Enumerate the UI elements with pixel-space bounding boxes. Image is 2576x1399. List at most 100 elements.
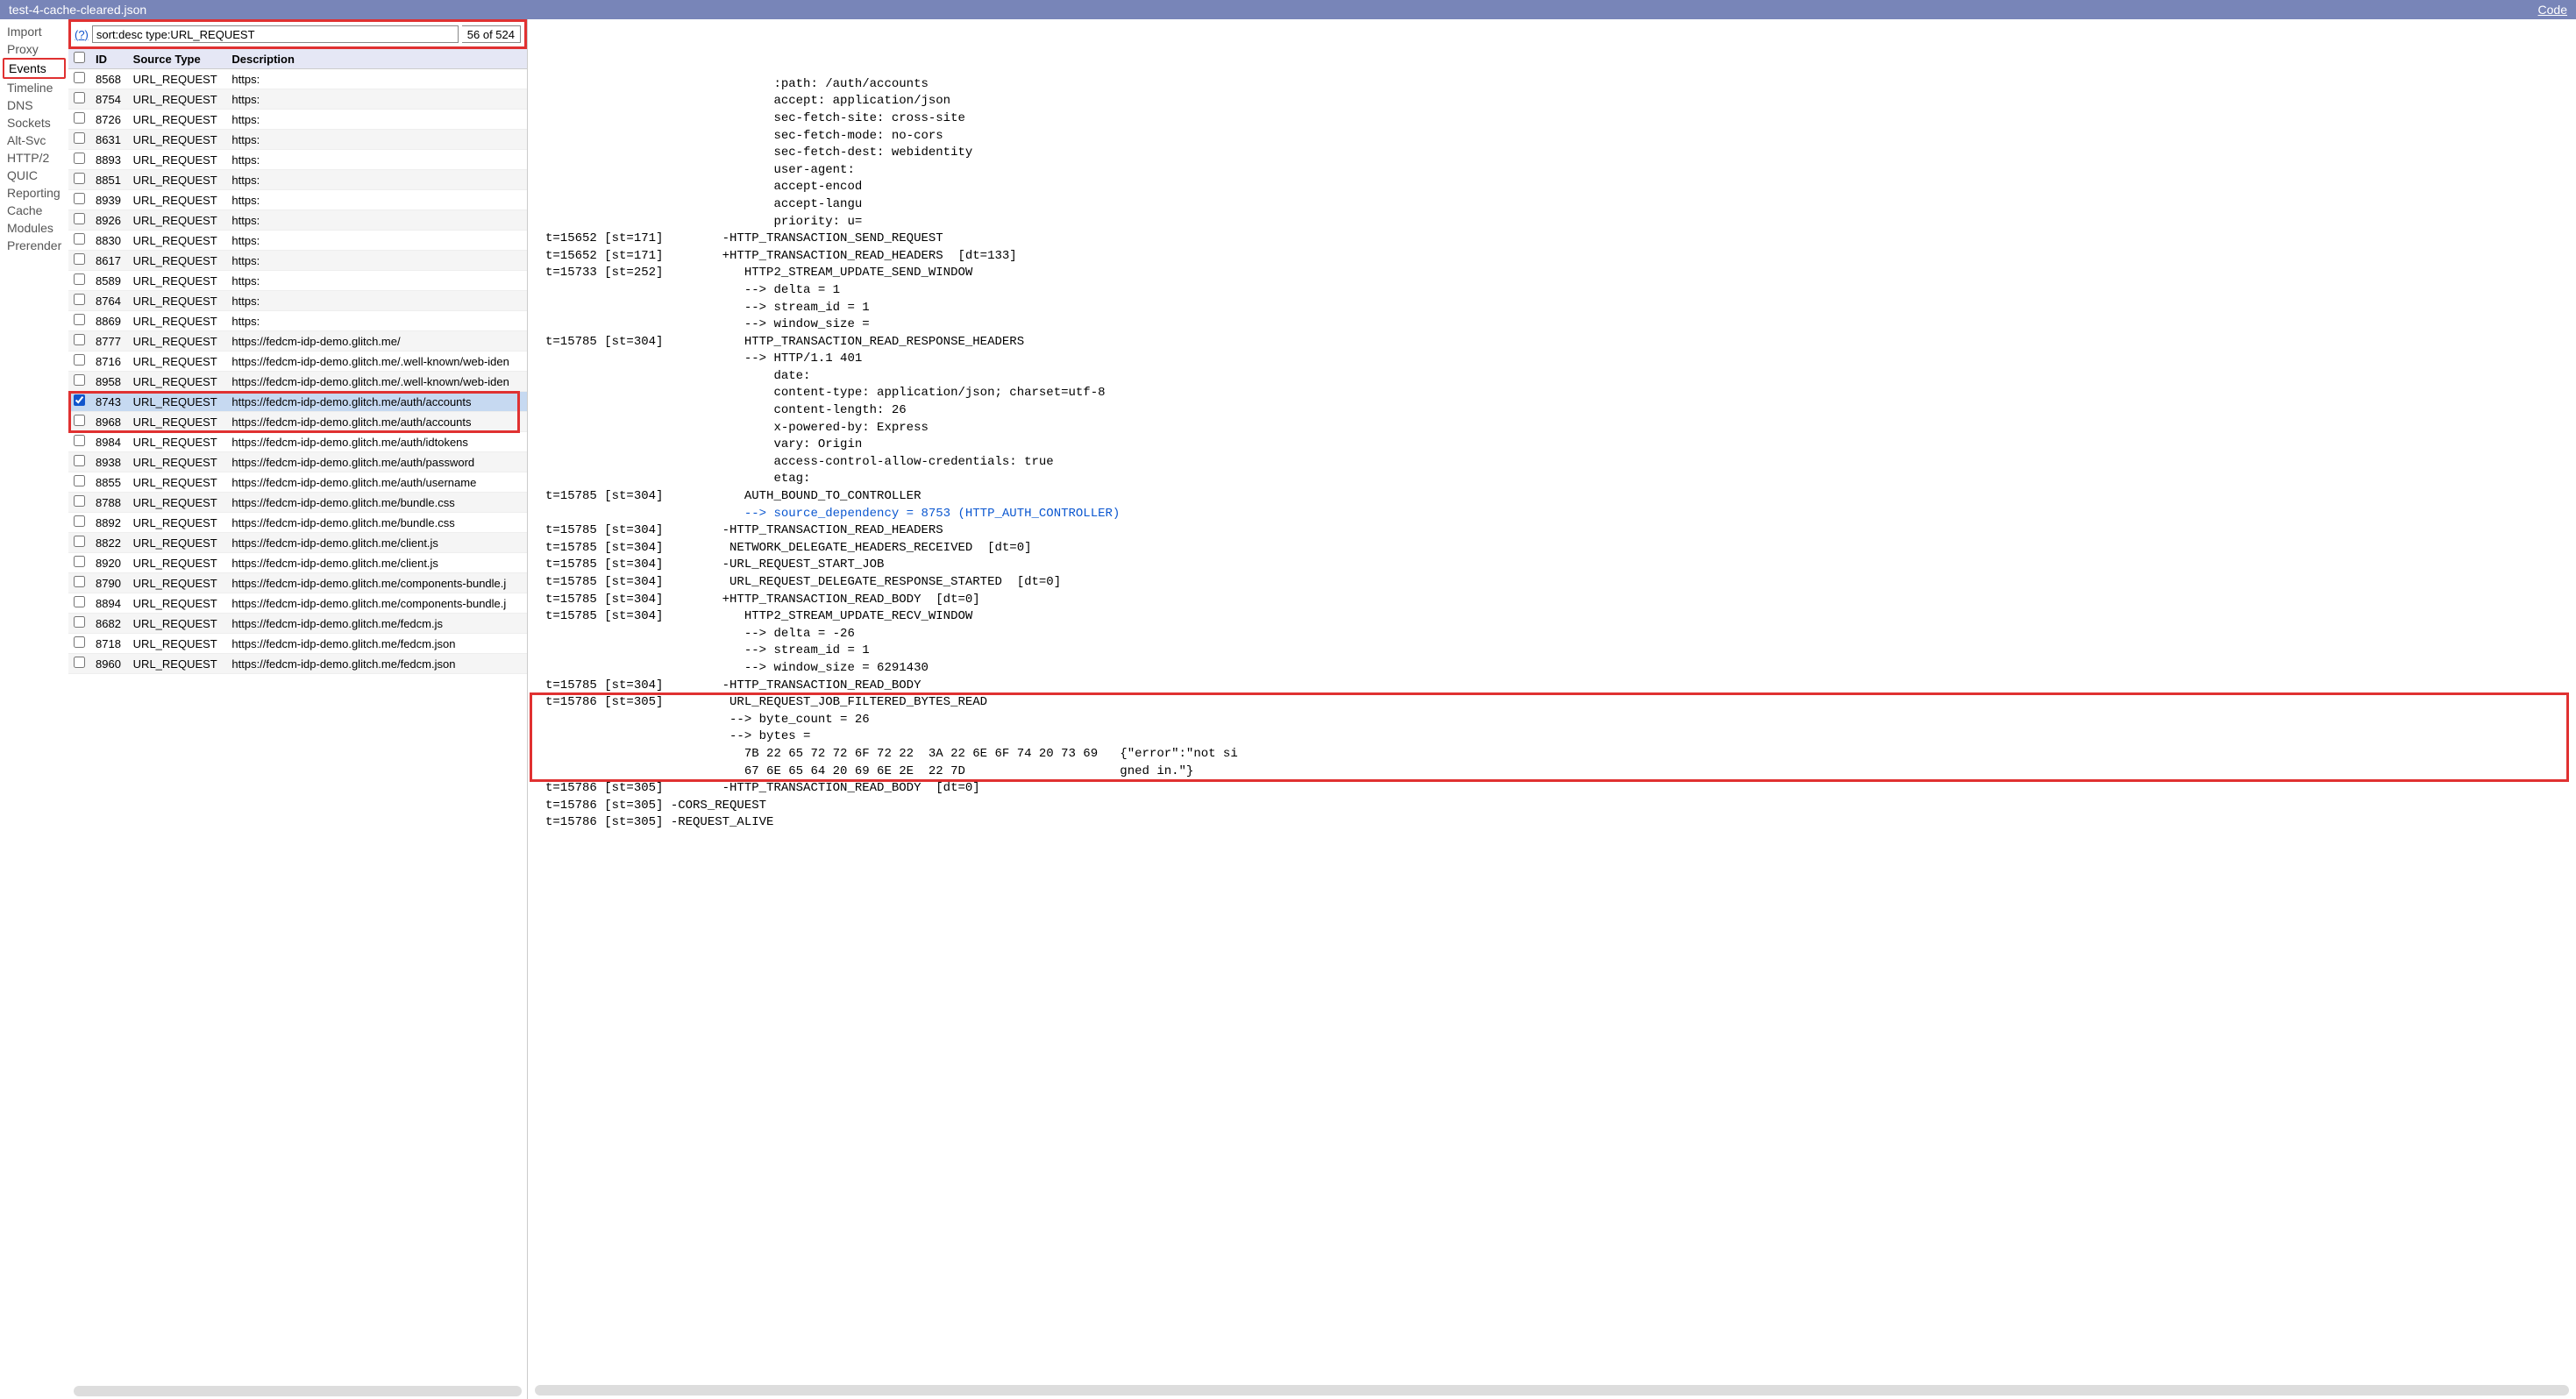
row-checkbox[interactable] [74, 153, 85, 164]
table-header-row: ID Source Type Description [68, 49, 527, 69]
sidebar-item-http2[interactable]: HTTP/2 [3, 149, 66, 167]
log-line: t=15785 [st=304] -URL_REQUEST_START_JOB [545, 557, 2567, 574]
cell-source-type: URL_REQUEST [128, 251, 227, 271]
row-checkbox[interactable] [74, 253, 85, 265]
cell-description: https://fedcm-idp-demo.glitch.me/compone… [226, 573, 527, 593]
filter-input[interactable] [92, 25, 459, 43]
row-checkbox[interactable] [74, 556, 85, 567]
cell-id: 8718 [90, 634, 128, 654]
cell-source-type: URL_REQUEST [128, 654, 227, 674]
col-description[interactable]: Description [226, 49, 527, 69]
cell-description: https: [226, 311, 527, 331]
col-source-type[interactable]: Source Type [128, 49, 227, 69]
table-row[interactable]: 8788URL_REQUESThttps://fedcm-idp-demo.gl… [68, 493, 527, 513]
sidebar-item-sockets[interactable]: Sockets [3, 114, 66, 131]
row-checkbox[interactable] [74, 314, 85, 325]
row-checkbox[interactable] [74, 657, 85, 668]
sidebar-item-import[interactable]: Import [3, 23, 66, 40]
table-row[interactable]: 8960URL_REQUESThttps://fedcm-idp-demo.gl… [68, 654, 527, 674]
horizontal-scrollbar[interactable] [74, 1386, 522, 1396]
table-row[interactable]: 8764URL_REQUESThttps: [68, 291, 527, 311]
cell-source-type: URL_REQUEST [128, 533, 227, 553]
sidebar-item-reporting[interactable]: Reporting [3, 184, 66, 202]
row-checkbox[interactable] [74, 112, 85, 124]
log-horizontal-scrollbar[interactable] [535, 1385, 2569, 1395]
code-link[interactable]: Code [2538, 3, 2567, 17]
events-table-wrap[interactable]: ID Source Type Description 8568URL_REQUE… [68, 49, 527, 1386]
table-row[interactable]: 8855URL_REQUESThttps://fedcm-idp-demo.gl… [68, 472, 527, 493]
table-row[interactable]: 8851URL_REQUESThttps: [68, 170, 527, 190]
sidebar-item-cache[interactable]: Cache [3, 202, 66, 219]
table-row[interactable]: 8617URL_REQUESThttps: [68, 251, 527, 271]
table-row[interactable]: 8754URL_REQUESThttps: [68, 89, 527, 110]
row-checkbox[interactable] [74, 394, 85, 406]
table-row[interactable]: 8790URL_REQUESThttps://fedcm-idp-demo.gl… [68, 573, 527, 593]
cell-source-type: URL_REQUEST [128, 432, 227, 452]
table-row[interactable]: 8939URL_REQUESThttps: [68, 190, 527, 210]
log-pane[interactable]: :path: /auth/accounts accept: applicatio… [528, 19, 2576, 1383]
row-checkbox[interactable] [74, 475, 85, 486]
row-checkbox[interactable] [74, 354, 85, 366]
sidebar-item-altsvc[interactable]: Alt-Svc [3, 131, 66, 149]
row-checkbox[interactable] [74, 536, 85, 547]
row-checkbox[interactable] [74, 233, 85, 245]
table-row[interactable]: 8968URL_REQUESThttps://fedcm-idp-demo.gl… [68, 412, 527, 432]
row-checkbox[interactable] [74, 132, 85, 144]
table-row[interactable]: 8682URL_REQUESThttps://fedcm-idp-demo.gl… [68, 614, 527, 634]
sidebar-item-events[interactable]: Events [3, 58, 66, 79]
row-checkbox[interactable] [74, 173, 85, 184]
select-all-checkbox[interactable] [74, 52, 85, 63]
table-row[interactable]: 8822URL_REQUESThttps://fedcm-idp-demo.gl… [68, 533, 527, 553]
table-row[interactable]: 8589URL_REQUESThttps: [68, 271, 527, 291]
table-row[interactable]: 8893URL_REQUESThttps: [68, 150, 527, 170]
filter-row: (?) 56 of 524 [68, 19, 527, 49]
sidebar-item-modules[interactable]: Modules [3, 219, 66, 237]
sidebar-item-proxy[interactable]: Proxy [3, 40, 66, 58]
table-row[interactable]: 8926URL_REQUESThttps: [68, 210, 527, 231]
cell-id: 8894 [90, 593, 128, 614]
table-row[interactable]: 8938URL_REQUESThttps://fedcm-idp-demo.gl… [68, 452, 527, 472]
log-line: --> delta = 1 [545, 282, 2567, 300]
row-checkbox[interactable] [74, 92, 85, 103]
table-row[interactable]: 8726URL_REQUESThttps: [68, 110, 527, 130]
row-checkbox[interactable] [74, 576, 85, 587]
col-checkbox[interactable] [68, 49, 90, 69]
filter-help-link[interactable]: (?) [75, 28, 89, 41]
row-checkbox[interactable] [74, 294, 85, 305]
log-line: t=15652 [st=171] +HTTP_TRANSACTION_READ_… [545, 248, 2567, 266]
table-row[interactable]: 8777URL_REQUESThttps://fedcm-idp-demo.gl… [68, 331, 527, 352]
row-checkbox[interactable] [74, 334, 85, 345]
row-checkbox[interactable] [74, 515, 85, 527]
row-checkbox[interactable] [74, 374, 85, 386]
row-checkbox[interactable] [74, 455, 85, 466]
col-id[interactable]: ID [90, 49, 128, 69]
table-row[interactable]: 8920URL_REQUESThttps://fedcm-idp-demo.gl… [68, 553, 527, 573]
table-row[interactable]: 8718URL_REQUESThttps://fedcm-idp-demo.gl… [68, 634, 527, 654]
table-row[interactable]: 8830URL_REQUESThttps: [68, 231, 527, 251]
table-row[interactable]: 8869URL_REQUESThttps: [68, 311, 527, 331]
cell-id: 8869 [90, 311, 128, 331]
log-line: --> byte_count = 26 [545, 712, 2567, 729]
table-row[interactable]: 8958URL_REQUESThttps://fedcm-idp-demo.gl… [68, 372, 527, 392]
row-checkbox[interactable] [74, 273, 85, 285]
row-checkbox[interactable] [74, 213, 85, 224]
table-row[interactable]: 8716URL_REQUESThttps://fedcm-idp-demo.gl… [68, 352, 527, 372]
row-checkbox[interactable] [74, 72, 85, 83]
table-row[interactable]: 8568URL_REQUESThttps: [68, 69, 527, 89]
table-row[interactable]: 8631URL_REQUESThttps: [68, 130, 527, 150]
row-checkbox[interactable] [74, 495, 85, 507]
row-checkbox[interactable] [74, 415, 85, 426]
row-checkbox[interactable] [74, 193, 85, 204]
sidebar-item-prerender[interactable]: Prerender [3, 237, 66, 254]
table-row[interactable]: 8743URL_REQUESThttps://fedcm-idp-demo.gl… [68, 392, 527, 412]
table-row[interactable]: 8894URL_REQUESThttps://fedcm-idp-demo.gl… [68, 593, 527, 614]
sidebar-item-dns[interactable]: DNS [3, 96, 66, 114]
row-checkbox[interactable] [74, 596, 85, 607]
sidebar-item-quic[interactable]: QUIC [3, 167, 66, 184]
row-checkbox[interactable] [74, 636, 85, 648]
sidebar-item-timeline[interactable]: Timeline [3, 79, 66, 96]
table-row[interactable]: 8892URL_REQUESThttps://fedcm-idp-demo.gl… [68, 513, 527, 533]
row-checkbox[interactable] [74, 616, 85, 628]
table-row[interactable]: 8984URL_REQUESThttps://fedcm-idp-demo.gl… [68, 432, 527, 452]
row-checkbox[interactable] [74, 435, 85, 446]
